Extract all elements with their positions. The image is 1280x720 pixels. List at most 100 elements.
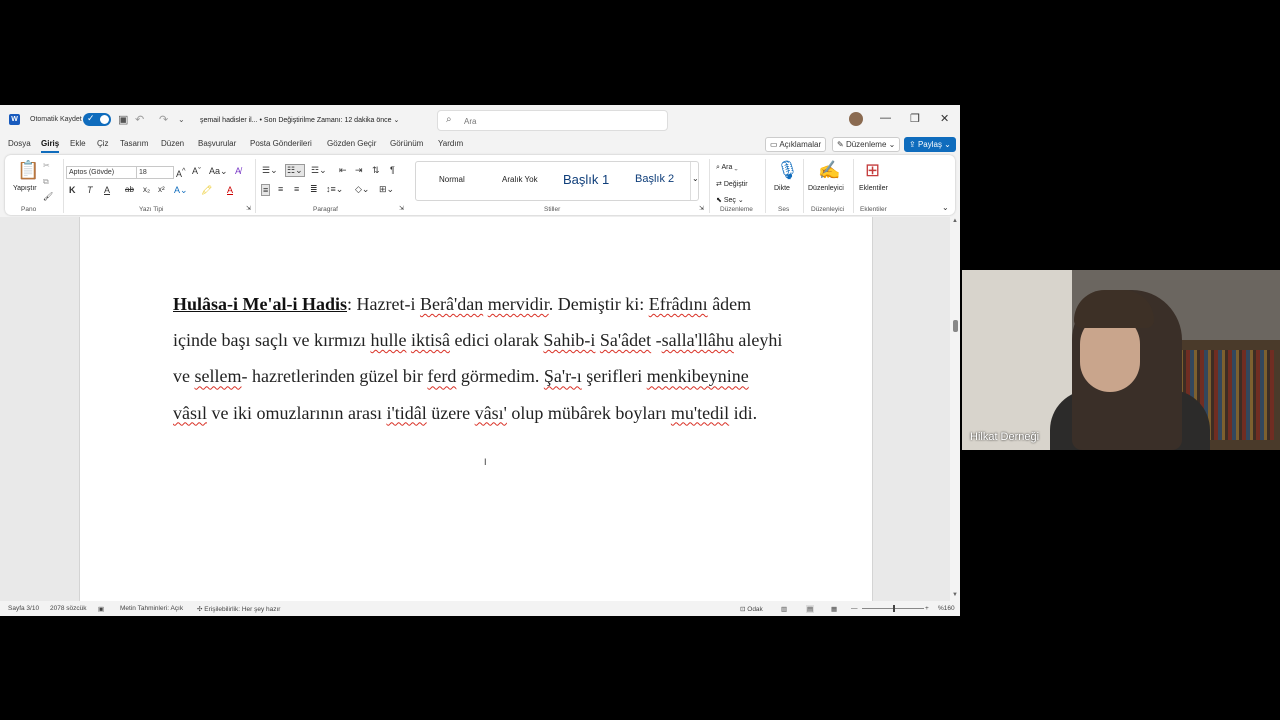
text-predictions[interactable]: Metin Tahminleri: Açık — [120, 605, 183, 612]
editor-icon[interactable]: ✍ — [818, 160, 840, 181]
styles-dialog-launcher-icon[interactable]: ⇲ — [699, 205, 704, 212]
document-title[interactable]: şemail hadisler il... • Son Değiştirilme… — [200, 116, 399, 124]
font-size-select[interactable]: 18 — [136, 166, 174, 179]
change-case-icon[interactable]: Aa⌄ — [209, 166, 228, 177]
tab-duzen[interactable]: Düzen — [161, 139, 184, 148]
zoom-in-icon[interactable]: + — [925, 605, 929, 612]
cut-icon[interactable]: ✂ — [43, 161, 50, 170]
numbering-icon[interactable]: ☷⌄ — [285, 164, 305, 177]
close-icon[interactable]: ✕ — [940, 112, 949, 125]
tab-gorunum[interactable]: Görünüm — [390, 139, 423, 148]
copy-icon[interactable]: ⧉ — [43, 177, 49, 187]
comments-button[interactable]: ▭ Açıklamalar — [765, 137, 827, 152]
style-normal[interactable]: Normal — [439, 175, 465, 184]
find-button[interactable]: ⌕ Ara ⌄ — [716, 164, 738, 172]
restore-icon[interactable]: ❐ — [910, 112, 920, 125]
grow-font-icon[interactable]: A^ — [176, 166, 186, 179]
borders-icon[interactable]: ⊞⌄ — [379, 184, 394, 195]
undo-icon[interactable]: ↶ — [135, 113, 144, 126]
scrollbar-thumb[interactable] — [953, 320, 958, 332]
minimize-icon[interactable]: — — [880, 112, 891, 124]
select-button[interactable]: ⬉ Seç ⌄ — [716, 196, 744, 204]
addins-icon[interactable]: ⊞ — [865, 160, 880, 181]
tab-posta[interactable]: Posta Gönderileri — [250, 139, 312, 148]
status-bar: Sayfa 3/10 2078 sözcük ▣ Metin Tahminler… — [0, 602, 960, 616]
tab-yardim[interactable]: Yardım — [438, 139, 463, 148]
shading-icon[interactable]: ◇⌄ — [355, 184, 369, 195]
replace-button[interactable]: ⇄ Değiştir — [716, 180, 748, 188]
align-right-icon[interactable]: ≡ — [294, 184, 299, 194]
editing-mode-button[interactable]: ✎ Düzenleme ⌄ — [832, 137, 901, 152]
proofing-icon[interactable]: ▣ — [98, 605, 104, 613]
zoom-level[interactable]: %160 — [938, 605, 955, 612]
text-effects-icon[interactable]: A⌄ — [174, 185, 188, 196]
print-layout-icon[interactable]: ▤ — [806, 605, 815, 613]
styles-expand-icon[interactable]: ⌄ — [692, 174, 699, 183]
highlight-icon[interactable]: 🖍 — [201, 185, 212, 196]
select-icon: ⬉ — [716, 197, 724, 204]
web-layout-icon[interactable]: ▦ — [831, 605, 837, 613]
font-color-icon[interactable]: A — [227, 185, 233, 195]
justify-icon[interactable]: ≣ — [310, 184, 318, 195]
editor-button[interactable]: Düzenleyici — [808, 185, 844, 192]
shrink-font-icon[interactable]: Aˇ — [192, 166, 201, 176]
line-spacing-icon[interactable]: ↕≡⌄ — [326, 184, 343, 195]
dictate-button[interactable]: Dikte — [774, 185, 790, 192]
decrease-indent-icon[interactable]: ⇤ — [339, 165, 347, 176]
strikethrough-icon[interactable]: ab — [125, 185, 134, 194]
focus-mode-button[interactable]: ⊡ Odak — [740, 605, 763, 613]
format-painter-icon[interactable]: 🖌 — [43, 192, 53, 201]
clipboard-icon[interactable]: 📋 — [17, 160, 39, 181]
read-mode-icon[interactable]: ▥ — [781, 605, 787, 613]
autosave-toggle[interactable]: ✓ — [83, 113, 111, 126]
tab-ciz[interactable]: Çiz — [97, 139, 109, 148]
tab-gozden-gecir[interactable]: Gözden Geçir — [327, 139, 376, 148]
tab-dosya[interactable]: Dosya — [8, 139, 31, 148]
vertical-scrollbar[interactable]: ▲ ▼ — [950, 217, 960, 601]
save-icon[interactable]: ▣ — [118, 113, 128, 126]
bullets-icon[interactable]: ☰⌄ — [262, 165, 278, 176]
sort-icon[interactable]: ⇅ — [372, 165, 380, 176]
bold-icon[interactable]: K — [69, 185, 76, 195]
show-marks-icon[interactable]: ¶ — [390, 165, 395, 175]
collapse-ribbon-icon[interactable]: ⌄ — [942, 203, 949, 212]
document-page[interactable]: Hulâsa-i Me'al-i Hadis: Hazret-i Berâ'da… — [79, 217, 873, 601]
multilevel-list-icon[interactable]: ☲⌄ — [311, 165, 327, 176]
increase-indent-icon[interactable]: ⇥ — [355, 165, 363, 176]
zoom-out-icon[interactable]: — — [851, 605, 858, 612]
search-input[interactable] — [462, 113, 656, 129]
superscript-icon[interactable]: x² — [158, 185, 165, 194]
scroll-up-icon[interactable]: ▲ — [952, 218, 958, 224]
align-left-icon[interactable]: ≡ — [261, 184, 271, 196]
align-center-icon[interactable]: ≡ — [278, 184, 283, 194]
font-dialog-launcher-icon[interactable]: ⇲ — [246, 205, 251, 212]
document-paragraph[interactable]: Hulâsa-i Me'al-i Hadis: Hazret-i Berâ'da… — [173, 286, 785, 431]
italic-icon[interactable]: T — [87, 185, 93, 195]
addins-button[interactable]: Eklentiler — [859, 185, 888, 192]
word-count[interactable]: 2078 sözcük — [50, 605, 87, 612]
tab-ekle[interactable]: Ekle — [70, 139, 86, 148]
tab-tasarim[interactable]: Tasarım — [120, 139, 148, 148]
redo-icon[interactable]: ↷ — [159, 113, 168, 126]
style-no-spacing[interactable]: Aralık Yok — [502, 175, 538, 184]
page-indicator[interactable]: Sayfa 3/10 — [8, 605, 39, 612]
paste-button[interactable]: Yapıştır — [13, 185, 37, 192]
paragraph-dialog-launcher-icon[interactable]: ⇲ — [399, 205, 404, 212]
share-button[interactable]: ⇪ Paylaş ⌄ — [904, 137, 956, 152]
style-heading-2[interactable]: Başlık 2 — [635, 173, 674, 185]
customize-qat-icon[interactable]: ⌄ — [178, 115, 185, 124]
style-heading-1[interactable]: Başlık 1 — [563, 172, 609, 187]
tab-basvurular[interactable]: Başvurular — [198, 139, 236, 148]
word-app-icon: W — [9, 114, 20, 125]
microphone-icon[interactable]: 🎙 — [776, 160, 799, 181]
clear-formatting-icon[interactable]: A̸ — [235, 166, 241, 176]
subscript-icon[interactable]: x₂ — [143, 185, 150, 194]
accessibility-status[interactable]: ✣ Erişilebilirlik: Her şey hazır — [197, 605, 280, 613]
zoom-slider-thumb[interactable] — [893, 605, 895, 612]
font-name-select[interactable]: Aptos (Gövde) — [66, 166, 138, 179]
tab-giris[interactable]: Giriş — [41, 139, 60, 153]
underline-icon[interactable]: A — [104, 185, 110, 195]
scroll-down-icon[interactable]: ▼ — [952, 592, 958, 598]
search-box[interactable]: ⌕ — [437, 110, 668, 131]
avatar[interactable] — [849, 112, 863, 126]
